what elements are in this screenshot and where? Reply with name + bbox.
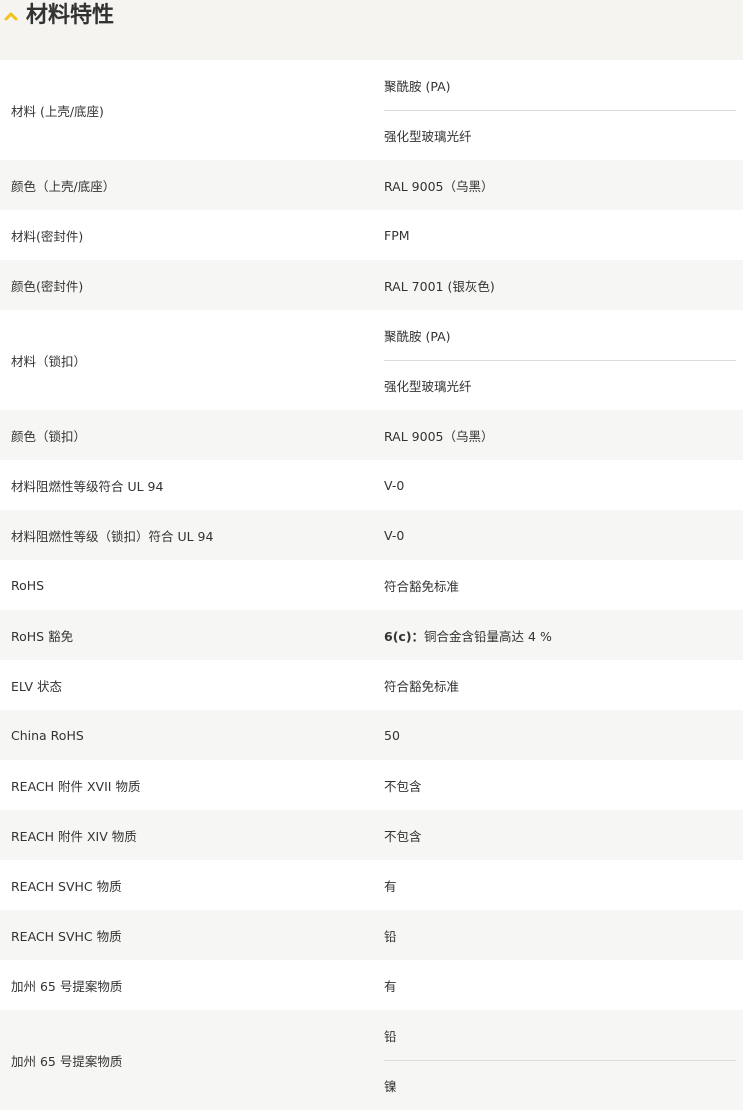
property-value: 符合豁免标准 <box>384 678 460 694</box>
property-label: 颜色(密封件) <box>11 278 84 294</box>
property-values: 铅镍 <box>373 1010 743 1110</box>
property-value: 不包含 <box>384 828 422 844</box>
table-row: 材料(密封件) FPM <box>0 210 743 260</box>
property-values: 有 <box>373 960 743 1010</box>
property-values: 符合豁免标准 <box>373 560 743 610</box>
property-label: 加州 65 号提案物质 <box>11 978 123 994</box>
property-label: 材料阻燃性等级符合 UL 94 <box>11 478 164 494</box>
property-label: REACH 附件 XVII 物质 <box>11 778 141 794</box>
table-row: 材料阻燃性等级符合 UL 94 V-0 <box>0 460 743 510</box>
property-values: RAL 9005（乌黑） <box>373 410 743 460</box>
property-label: ELV 状态 <box>11 678 63 694</box>
table-row: RoHS 豁免 6(c)： 铜合金含铅量高达 4 % <box>0 610 743 660</box>
exemption-text: 铜合金含铅量高达 4 % <box>424 628 552 644</box>
property-label: 材料阻燃性等级（锁扣）符合 UL 94 <box>11 528 214 544</box>
property-value: 50 <box>384 727 400 743</box>
property-values: FPM <box>373 210 743 260</box>
property-value: 符合豁免标准 <box>384 578 460 594</box>
property-values: 6(c)： 铜合金含铅量高达 4 % <box>373 610 743 660</box>
section-header[interactable]: 材料特性 <box>0 0 743 60</box>
property-label: REACH SVHC 物质 <box>11 878 122 894</box>
table-row: 颜色（上壳/底座） RAL 9005（乌黑） <box>0 160 743 210</box>
property-label: REACH SVHC 物质 <box>11 928 122 944</box>
property-values: 50 <box>373 710 743 760</box>
table-row: 加州 65 号提案物质 有 <box>0 960 743 1010</box>
property-label: China RoHS <box>11 727 84 743</box>
property-values: RAL 9005（乌黑） <box>373 160 743 210</box>
table-row: REACH 附件 XVII 物质 不包含 <box>0 760 743 810</box>
property-value: RAL 7001 (银灰色) <box>384 278 495 294</box>
property-value: RAL 9005（乌黑） <box>384 428 494 444</box>
property-values: 有 <box>373 860 743 910</box>
property-value: 铅 <box>384 928 397 944</box>
property-label: 加州 65 号提案物质 <box>11 1053 123 1069</box>
section-title: 材料特性 <box>26 3 115 28</box>
property-value: 强化型玻璃光纤 <box>384 360 736 410</box>
property-value: 聚酰胺 (PA) <box>384 328 451 344</box>
property-values: V-0 <box>373 460 743 510</box>
property-values: 聚酰胺 (PA) 强化型玻璃光纤 <box>373 310 743 410</box>
property-label: 材料 (上壳/底座) <box>11 103 104 119</box>
property-label: 材料(密封件) <box>11 228 84 244</box>
property-values: 不包含 <box>373 810 743 860</box>
table-row: ELV 状态 符合豁免标准 <box>0 660 743 710</box>
property-value: V-0 <box>384 477 405 493</box>
property-label: 材料（锁扣） <box>11 353 87 369</box>
table-row: RoHS 符合豁免标准 <box>0 560 743 610</box>
table-row: 加州 65 号提案物质 铅镍 <box>0 1010 743 1110</box>
property-label: REACH 附件 XIV 物质 <box>11 828 137 844</box>
material-properties-table: 材料 (上壳/底座) 聚酰胺 (PA) 强化型玻璃光纤 颜色（上壳/底座） RAL 90… <box>0 60 743 1110</box>
property-label: RoHS <box>11 577 45 593</box>
table-row: 颜色（锁扣） RAL 9005（乌黑） <box>0 410 743 460</box>
table-row: 材料（锁扣） 聚酰胺 (PA) 强化型玻璃光纤 <box>0 310 743 410</box>
table-row: REACH SVHC 物质 铅 <box>0 910 743 960</box>
property-value: V-0 <box>384 527 405 543</box>
table-row: China RoHS 50 <box>0 710 743 760</box>
table-row: 材料 (上壳/底座) 聚酰胺 (PA) 强化型玻璃光纤 <box>0 60 743 160</box>
table-row: 颜色(密封件) RAL 7001 (银灰色) <box>0 260 743 310</box>
property-values: RAL 7001 (银灰色) <box>373 260 743 310</box>
table-row: REACH SVHC 物质 有 <box>0 860 743 910</box>
property-value: 有 <box>384 978 397 994</box>
property-values: V-0 <box>373 510 743 560</box>
property-value: 6(c)： 铜合金含铅量高达 4 % <box>384 610 736 660</box>
chevron-up-icon[interactable] <box>0 2 22 30</box>
table-row: 材料阻燃性等级（锁扣）符合 UL 94 V-0 <box>0 510 743 560</box>
property-value: 不包含 <box>384 778 422 794</box>
property-value: FPM <box>384 227 410 243</box>
property-values: 铅 <box>373 910 743 960</box>
table-row: REACH 附件 XIV 物质 不包含 <box>0 810 743 860</box>
property-value: 有 <box>384 878 397 894</box>
property-label: RoHS 豁免 <box>11 628 74 644</box>
property-values: 符合豁免标准 <box>373 660 743 710</box>
property-value: 强化型玻璃光纤 <box>384 110 736 160</box>
property-values: 不包含 <box>373 760 743 810</box>
property-value: 铅 <box>384 1028 397 1044</box>
property-value: 聚酰胺 (PA) <box>384 78 451 94</box>
exemption-code: 6(c)： <box>384 628 425 644</box>
property-value: 镍 <box>384 1060 736 1110</box>
property-label: 颜色（上壳/底座） <box>11 178 116 194</box>
property-label: 颜色（锁扣） <box>11 428 87 444</box>
property-values: 聚酰胺 (PA) 强化型玻璃光纤 <box>373 60 743 160</box>
property-value: RAL 9005（乌黑） <box>384 178 494 194</box>
